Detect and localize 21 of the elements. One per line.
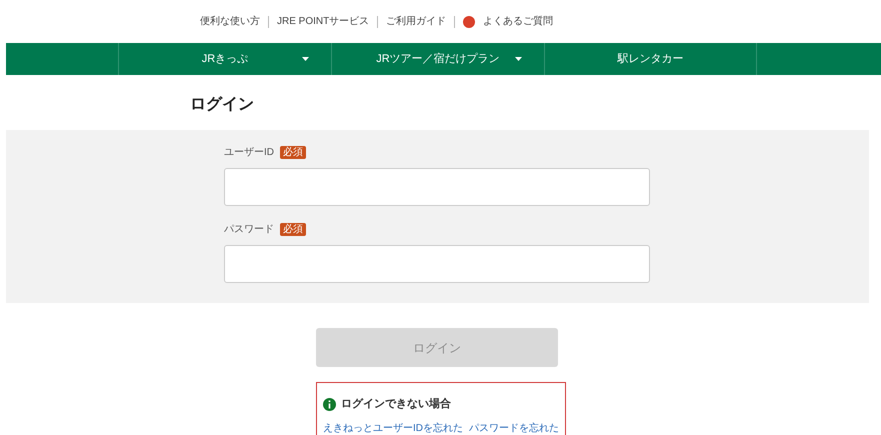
top-link[interactable]: JRE POINTサービス — [277, 14, 370, 29]
help-title: ログインできない場合 — [341, 396, 451, 412]
info-icon — [323, 398, 336, 411]
help-icon — [463, 16, 476, 28]
caret-icon — [302, 57, 309, 61]
help-link[interactable]: えきねっとユーザーIDを忘れた — [323, 420, 463, 435]
nav-tab[interactable]: JRツアー／宿だけプラン — [331, 43, 544, 75]
nav-tab[interactable]: JRきっぷ — [118, 43, 331, 75]
top-link[interactable]: よくあるご質問 — [483, 14, 554, 29]
help-link[interactable]: パスワードを忘れた — [469, 420, 559, 435]
field-label: ユーザーID — [224, 146, 274, 160]
input-field[interactable] — [224, 168, 650, 206]
required-tag: 必須 — [280, 146, 306, 159]
nav-tab[interactable]: 駅レンタカー — [544, 43, 757, 75]
caret-icon — [515, 57, 522, 61]
required-tag: 必須 — [280, 223, 306, 236]
top-link[interactable]: ご利用ガイド — [386, 14, 446, 29]
field-label: パスワード — [224, 223, 274, 237]
top-link[interactable]: 便利な使い方 — [200, 14, 260, 29]
page-title: ログイン — [190, 95, 255, 115]
input-field[interactable] — [224, 245, 650, 283]
